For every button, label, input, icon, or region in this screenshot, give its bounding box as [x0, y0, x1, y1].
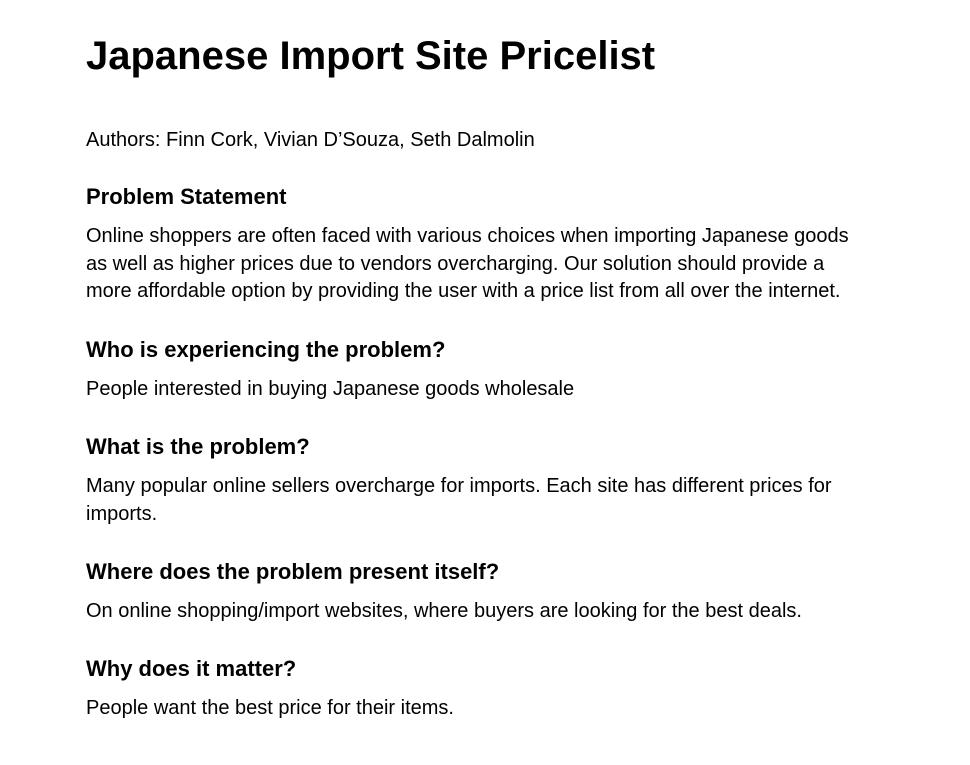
section-heading: What is the problem?	[86, 434, 310, 459]
section-what: What is the problem? Many popular online…	[86, 433, 866, 528]
section-who: Who is experiencing the problem? People …	[86, 336, 866, 404]
section-body: Online shoppers are often faced with var…	[86, 225, 849, 302]
section-body: On online shopping/import websites, wher…	[86, 600, 802, 622]
section-heading: Problem Statement	[86, 184, 287, 209]
document-page: Japanese Import Site Pricelist Authors: …	[0, 0, 970, 765]
document-title: Japanese Import Site Pricelist	[86, 34, 656, 78]
section-heading: Where does the problem present itself?	[86, 559, 500, 584]
authors-line: Authors: Finn Cork, Vivian D’Souza, Seth…	[86, 129, 535, 151]
section-why: Why does it matter? People want the best…	[86, 655, 866, 723]
section-body: Many popular online sellers overcharge f…	[86, 475, 832, 525]
section-body: People interested in buying Japanese goo…	[86, 378, 575, 400]
section-heading: Who is experiencing the problem?	[86, 337, 446, 362]
section-where: Where does the problem present itself? O…	[86, 558, 866, 626]
section-problem-statement: Problem Statement Online shoppers are of…	[86, 183, 866, 306]
section-body: People want the best price for their ite…	[86, 697, 454, 719]
section-heading: Why does it matter?	[86, 656, 297, 681]
